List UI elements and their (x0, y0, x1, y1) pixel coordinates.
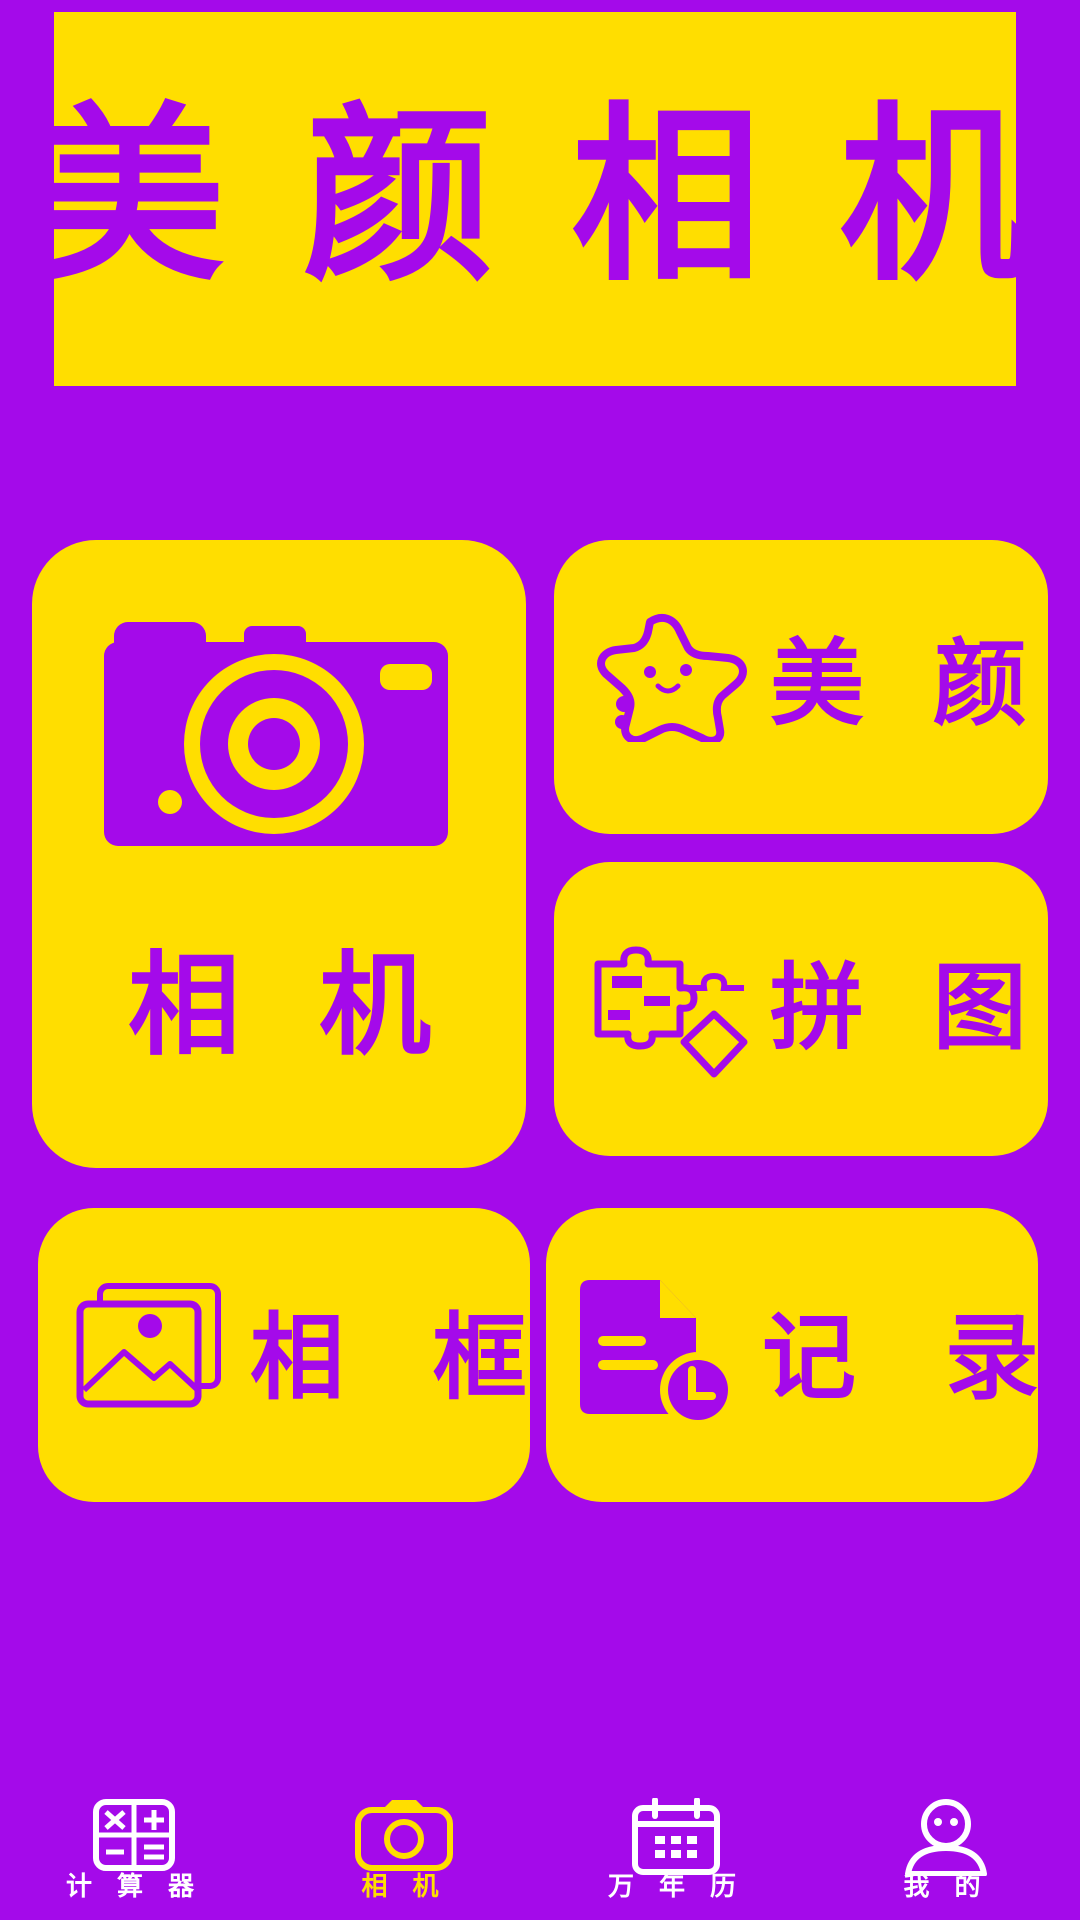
collage-tile[interactable]: 拼 图 (554, 862, 1048, 1156)
record-tile-label: 记 录 (762, 1304, 1067, 1413)
nav-item-camera[interactable]: 相 机 (304, 1790, 504, 1920)
camera-tile[interactable]: 相 机 (32, 540, 526, 1168)
document-clock-icon (580, 1280, 736, 1428)
picture-frame-icon (76, 1283, 221, 1408)
nav-item-calendar[interactable]: 万 年 历 (576, 1790, 776, 1920)
nav-label-calculator: 计 算 器 (65, 1872, 203, 1902)
beauty-tile[interactable]: 美 颜 (554, 540, 1048, 834)
beauty-tile-label: 美 颜 (770, 630, 1045, 739)
calculator-icon (93, 1799, 175, 1871)
nav-label-profile: 我 的 (903, 1872, 989, 1902)
title-banner: 美 颜 相 机 (54, 12, 1016, 386)
star-face-icon (597, 613, 747, 742)
camera-icon (104, 622, 448, 846)
user-icon (905, 1799, 987, 1876)
calendar-icon (632, 1798, 720, 1875)
app-title-text: 美 颜 相 机 (54, 86, 1016, 307)
nav-label-camera: 相 机 (361, 1872, 447, 1902)
frame-tile-label: 相 框 (250, 1304, 555, 1413)
camera-tile-label: 相 机 (128, 941, 451, 1071)
record-tile[interactable]: 记 录 (546, 1208, 1039, 1502)
bottom-nav: 计 算 器 相 机 万 年 历 我 的 (0, 1790, 1080, 1920)
frame-tile[interactable]: 相 框 (38, 1208, 530, 1502)
app-title: 美 颜 相 机 (54, 86, 1016, 307)
nav-item-profile[interactable]: 我 的 (846, 1790, 1046, 1920)
camera-icon (355, 1800, 453, 1871)
nav-item-calculator[interactable]: 计 算 器 (34, 1790, 234, 1920)
nav-label-calendar: 万 年 历 (607, 1872, 745, 1902)
collage-tile-label: 拼 图 (770, 954, 1045, 1063)
puzzle-icon (594, 946, 748, 1078)
